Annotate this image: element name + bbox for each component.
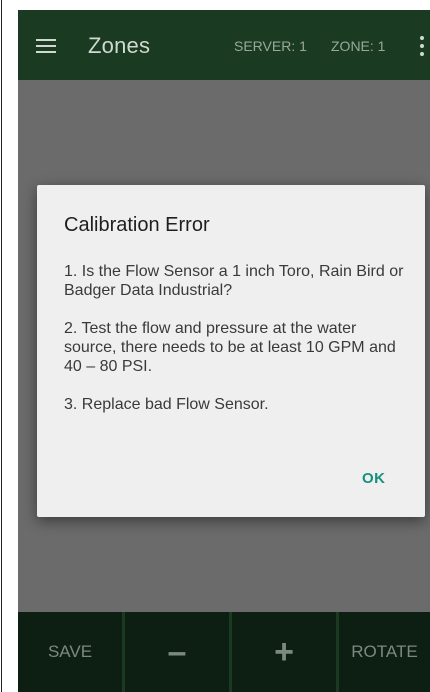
dialog-title: Calibration Error <box>64 214 210 236</box>
dialog-message: 1. Is the Flow Sensor a 1 inch Toro, Rai… <box>64 262 404 433</box>
decrease-button[interactable]: – <box>125 612 229 692</box>
app-bar: Zones SERVER: 1 ZONE: 1 <box>18 10 430 80</box>
left-frame-border <box>0 0 7 692</box>
dialog-paragraph: 3. Replace bad Flow Sensor. <box>64 396 269 413</box>
bottom-action-bar: SAVE – + ROTATE <box>18 612 430 692</box>
dialog-paragraph: 1. Is the Flow Sensor a 1 inch Toro, Rai… <box>64 263 404 299</box>
more-vert-icon[interactable] <box>420 36 424 56</box>
hamburger-menu-icon[interactable] <box>36 39 56 53</box>
server-status: SERVER: 1 <box>234 38 307 54</box>
dialog-paragraph: 2. Test the flow and pressure at the wat… <box>64 320 396 375</box>
app-title: Zones <box>88 33 151 58</box>
calibration-error-dialog: Calibration Error 1. Is the Flow Sensor … <box>37 185 425 517</box>
save-button[interactable]: SAVE <box>18 612 122 692</box>
increase-button[interactable]: + <box>232 612 336 692</box>
ok-button[interactable]: OK <box>362 470 386 487</box>
rotate-button[interactable]: ROTATE <box>339 612 430 692</box>
zone-status: ZONE: 1 <box>331 38 386 54</box>
